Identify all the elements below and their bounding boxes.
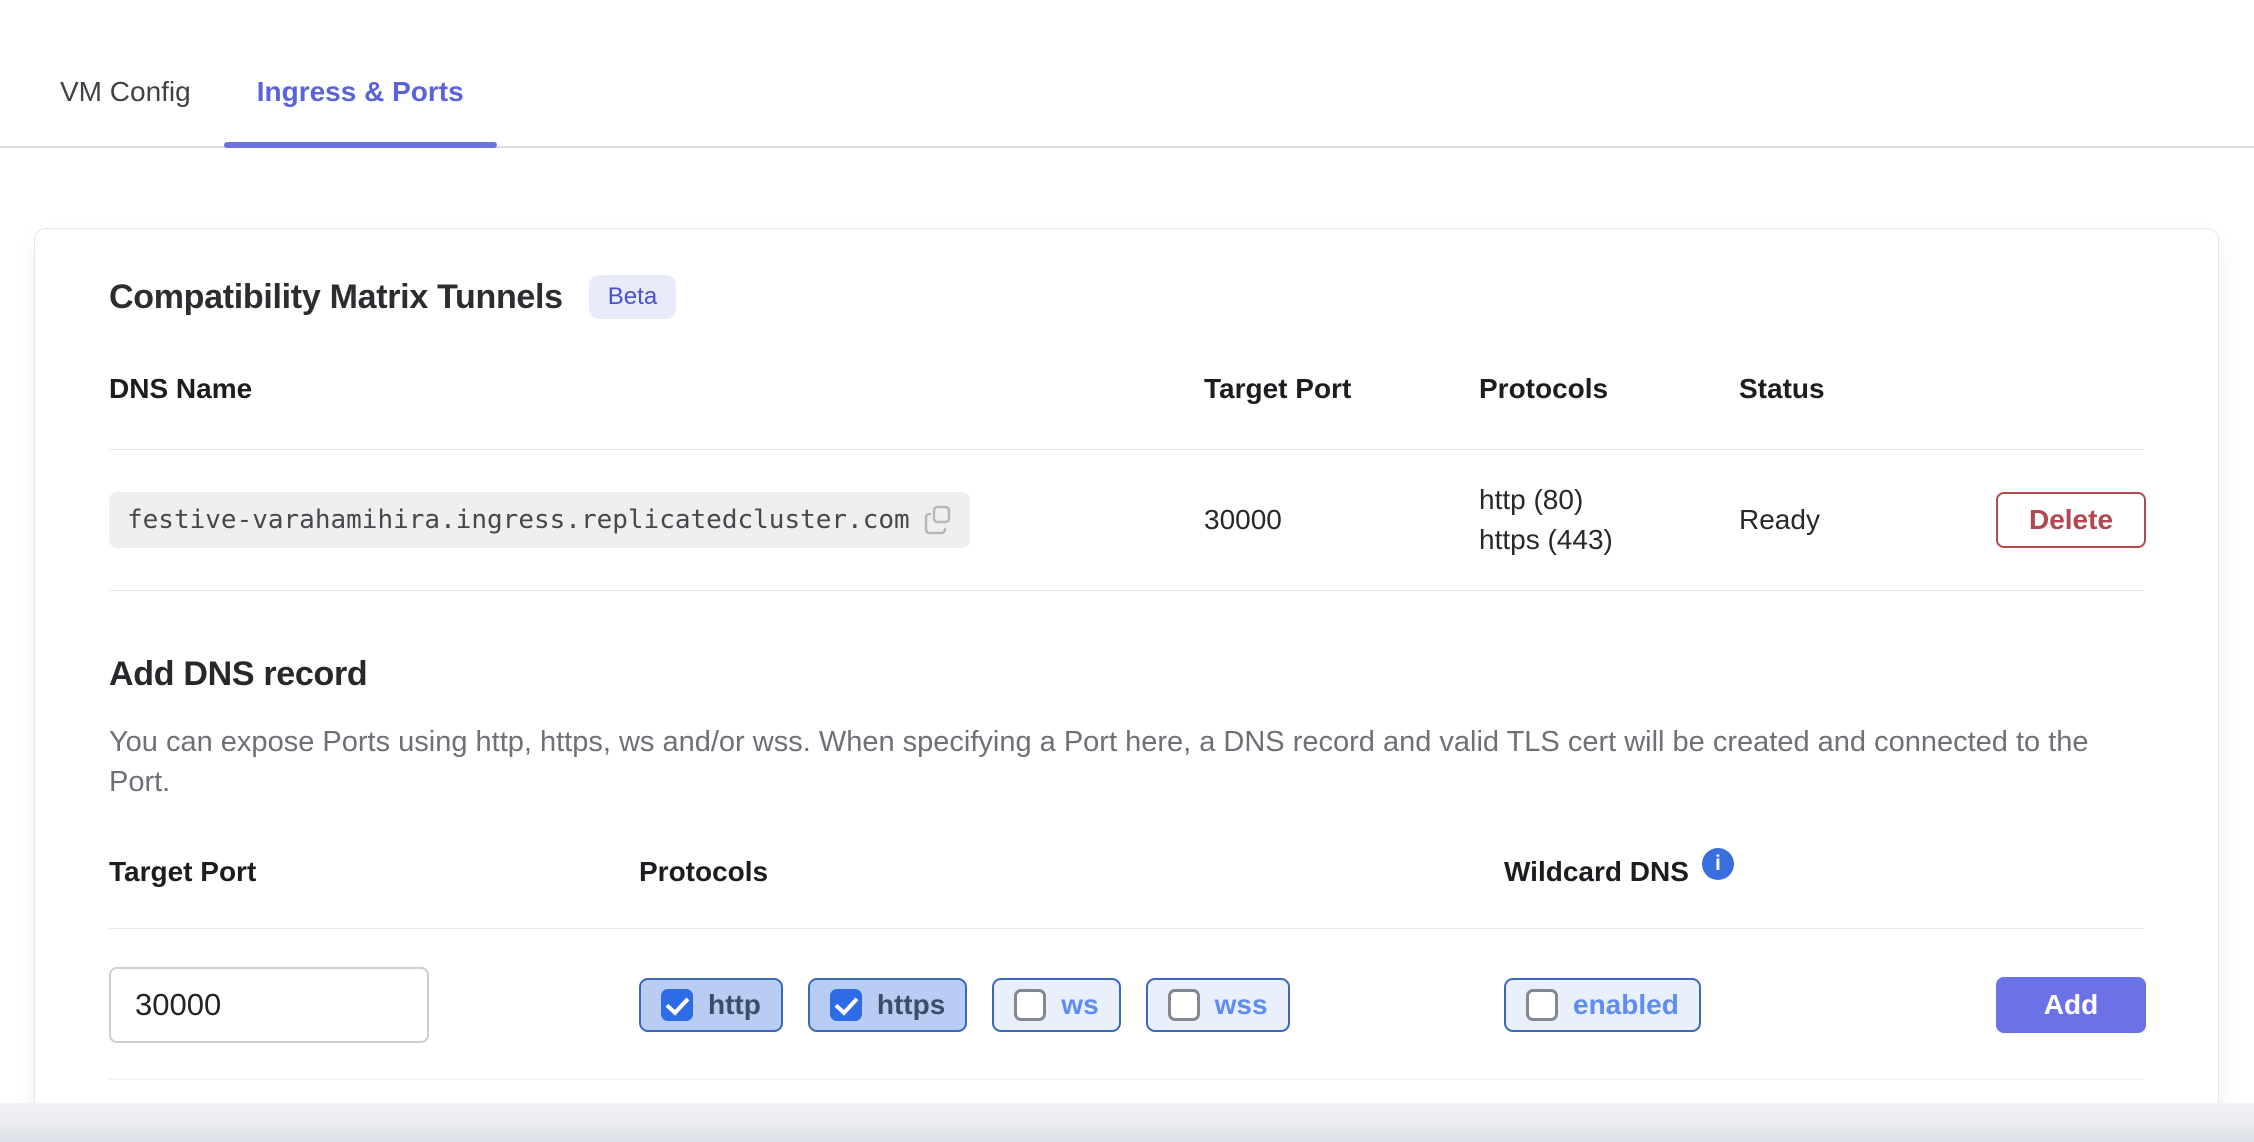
label-protocols: Protocols xyxy=(639,856,1504,888)
target-port-input[interactable] xyxy=(109,967,429,1043)
column-header-dns-name: DNS Name xyxy=(109,373,1204,405)
checkbox-wildcard-enabled-box[interactable] xyxy=(1526,989,1558,1021)
checkbox-http[interactable]: http xyxy=(639,978,783,1032)
tunnel-table-header: DNS Name Target Port Protocols Status xyxy=(109,373,2144,450)
dns-name-value: festive-varahamihira.ingress.replicatedc… xyxy=(127,505,910,535)
add-dns-form-row: http https ws wss enabled Add xyxy=(109,929,2144,1080)
add-dns-form-labels: Target Port Protocols Wildcard DNS i xyxy=(109,856,2144,929)
checkbox-wss[interactable]: wss xyxy=(1146,978,1290,1032)
row-status: Ready xyxy=(1739,504,1996,536)
checkbox-https-label: https xyxy=(877,989,945,1021)
checkbox-http-box[interactable] xyxy=(661,989,693,1021)
card-title-row: Compatibility Matrix Tunnels Beta xyxy=(109,275,2144,319)
checkbox-wildcard-enabled[interactable]: enabled xyxy=(1504,978,1701,1032)
column-header-target-port: Target Port xyxy=(1204,373,1479,405)
checkbox-https-box[interactable] xyxy=(830,989,862,1021)
dns-name-pill: festive-varahamihira.ingress.replicatedc… xyxy=(109,492,970,548)
checkbox-wss-box[interactable] xyxy=(1168,989,1200,1021)
column-header-status: Status xyxy=(1739,373,1996,405)
compatibility-matrix-tunnels-card: Compatibility Matrix Tunnels Beta DNS Na… xyxy=(34,228,2219,1111)
label-target-port: Target Port xyxy=(109,856,639,888)
copy-icon[interactable] xyxy=(924,505,954,535)
checkbox-https[interactable]: https xyxy=(808,978,967,1032)
checkbox-ws-box[interactable] xyxy=(1014,989,1046,1021)
protocol-checkbox-group: http https ws wss xyxy=(639,978,1504,1032)
checkbox-wildcard-enabled-label: enabled xyxy=(1573,989,1679,1021)
checkbox-ws[interactable]: ws xyxy=(992,978,1120,1032)
add-dns-record-description: You can expose Ports using http, https, … xyxy=(109,722,2144,802)
table-row: festive-varahamihira.ingress.replicatedc… xyxy=(109,450,2144,591)
label-wildcard-dns: Wildcard DNS i xyxy=(1504,856,1996,888)
tab-ingress-ports[interactable]: Ingress & Ports xyxy=(224,0,497,146)
checkbox-wss-label: wss xyxy=(1215,989,1268,1021)
checkbox-ws-label: ws xyxy=(1061,989,1098,1021)
row-target-port: 30000 xyxy=(1204,504,1479,536)
beta-badge: Beta xyxy=(589,275,676,319)
row-protocols: http (80) https (443) xyxy=(1479,480,1739,560)
tab-bar: VM Config Ingress & Ports xyxy=(0,0,2254,148)
info-icon[interactable]: i xyxy=(1702,848,1734,880)
add-button[interactable]: Add xyxy=(1996,977,2146,1033)
checkbox-http-label: http xyxy=(708,989,761,1021)
row-protocol-http: http (80) xyxy=(1479,480,1739,520)
wildcard-dns-label-text: Wildcard DNS xyxy=(1504,856,1689,888)
column-header-protocols: Protocols xyxy=(1479,373,1739,405)
add-dns-record-heading: Add DNS record xyxy=(109,655,2144,694)
row-protocol-https: https (443) xyxy=(1479,520,1739,560)
tab-vm-config[interactable]: VM Config xyxy=(27,0,224,146)
page-title: Compatibility Matrix Tunnels xyxy=(109,278,563,317)
page-bottom-strip xyxy=(0,1103,2254,1142)
delete-button[interactable]: Delete xyxy=(1996,492,2146,548)
